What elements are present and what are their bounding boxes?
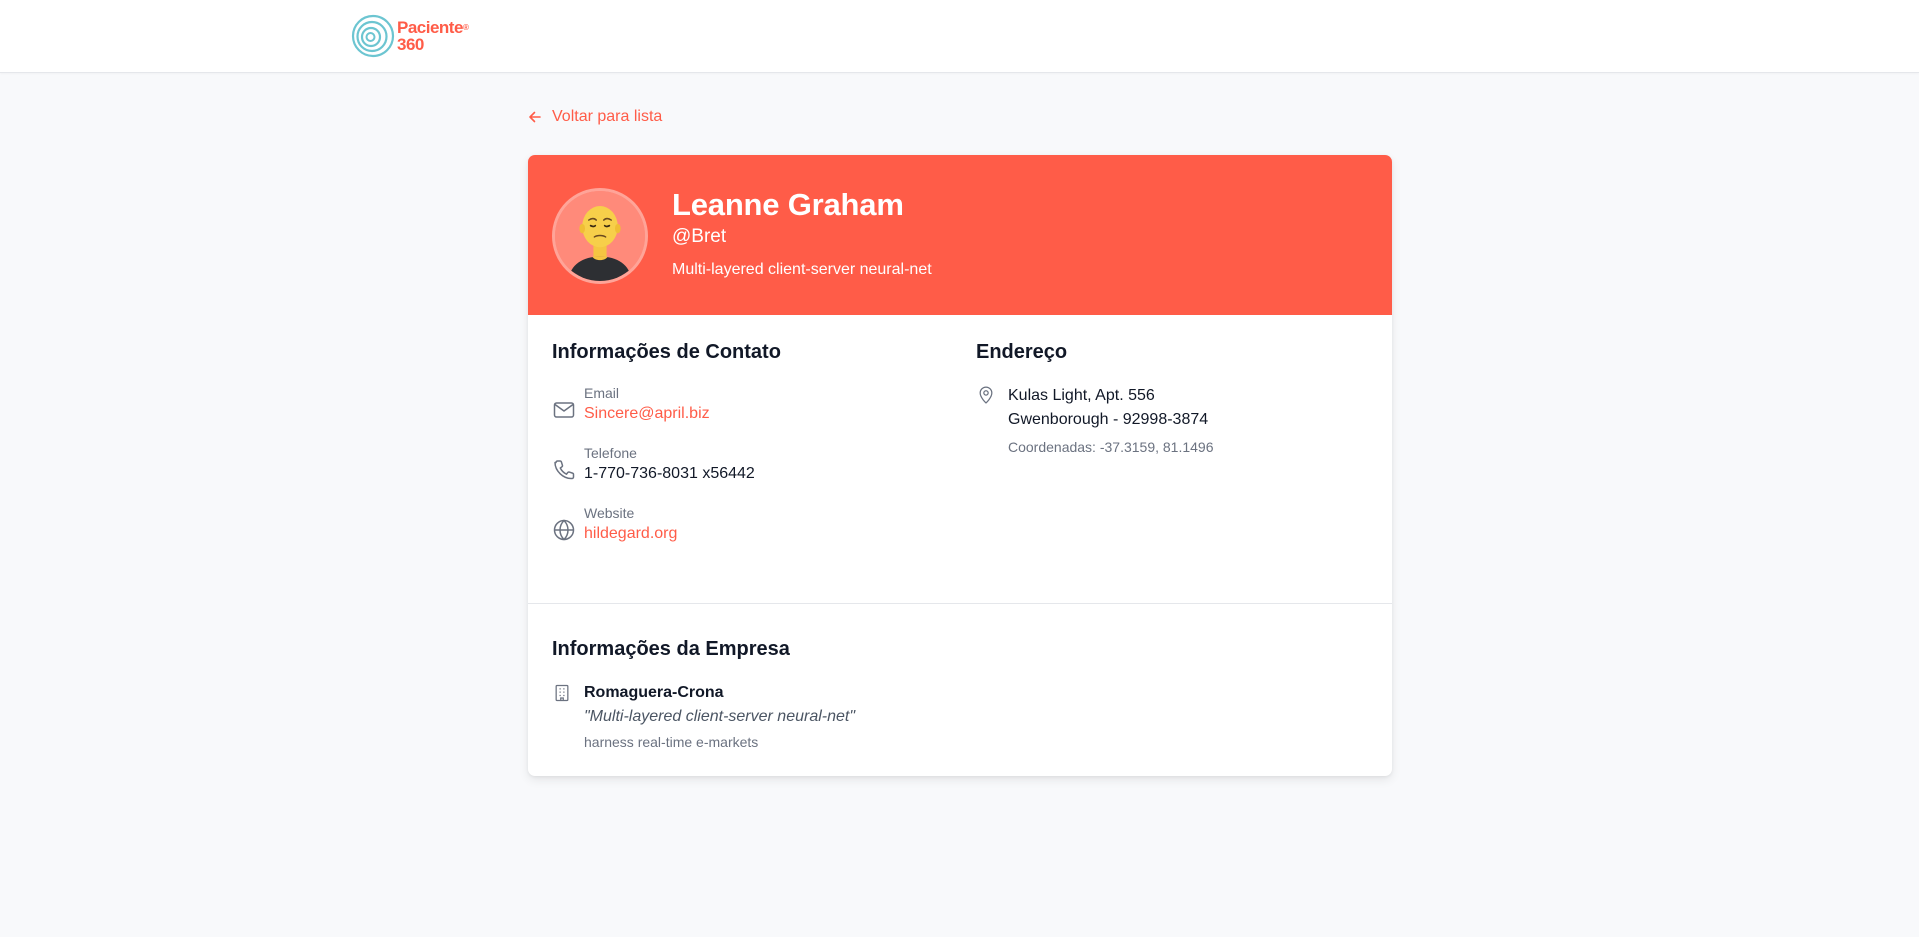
profile-catch-phrase: Multi-layered client-server neural-net: [672, 261, 932, 278]
logo-line2: 360: [397, 35, 424, 54]
contact-section-title: Informações de Contato: [552, 341, 781, 363]
phone-label: Telefone: [584, 445, 637, 461]
address-section-title: Endereço: [976, 341, 1068, 363]
company-name: Romaguera-Crona: [584, 684, 724, 701]
back-to-list-link[interactable]: Voltar para lista: [528, 106, 662, 128]
globe-icon: [552, 518, 576, 542]
email-link[interactable]: Sincere@april.biz: [584, 405, 710, 423]
top-navbar: Paciente® 360: [0, 0, 1919, 73]
address-street: Kulas Light, Apt. 556: [1008, 387, 1155, 404]
person-avatar-icon: [555, 191, 645, 281]
company-bs: harness real-time e-markets: [584, 734, 759, 750]
website-row: Website hildegard.org: [552, 505, 932, 549]
company-catch-phrase: "Multi-layered client-server neural-net": [584, 708, 856, 725]
phone-row: Telefone 1-770-736-8031 x56442: [552, 445, 932, 489]
address-row: Kulas Light, Apt. 556 Gwenborough - 9299…: [976, 385, 1376, 455]
user-detail-card: Leanne Graham @Bret Multi-layered client…: [528, 155, 1392, 776]
arrow-left-icon: [529, 111, 541, 123]
email-row: Email Sincere@april.biz: [552, 385, 932, 429]
address-city: Gwenborough - 92998-3874: [1008, 411, 1209, 428]
website-link[interactable]: hildegard.org: [584, 525, 677, 543]
phone-value: 1-770-736-8031 x56442: [584, 465, 755, 482]
paciente360-logo[interactable]: Paciente® 360: [351, 13, 481, 59]
email-label: Email: [584, 385, 620, 401]
profile-username: @Bret: [672, 226, 727, 247]
registered-mark: ®: [462, 23, 469, 32]
map-pin-icon: [976, 385, 996, 405]
section-divider: [528, 603, 1392, 604]
website-label: Website: [584, 505, 635, 521]
logo-rings-icon: [351, 14, 395, 58]
profile-name: Leanne Graham: [672, 187, 904, 222]
company-section-title: Informações da Empresa: [552, 638, 790, 660]
profile-header: Leanne Graham @Bret Multi-layered client…: [528, 155, 1392, 315]
mail-icon: [552, 398, 576, 422]
building-icon: [552, 683, 572, 703]
company-row: Romaguera-Crona "Multi-layered client-se…: [552, 682, 1152, 752]
logo-text: Paciente® 360: [397, 19, 469, 54]
phone-icon: [552, 458, 576, 482]
avatar: [552, 188, 648, 284]
address-coordinates: Coordenadas: -37.3159, 81.1496: [1008, 439, 1214, 455]
back-link-label: Voltar para lista: [552, 108, 663, 125]
